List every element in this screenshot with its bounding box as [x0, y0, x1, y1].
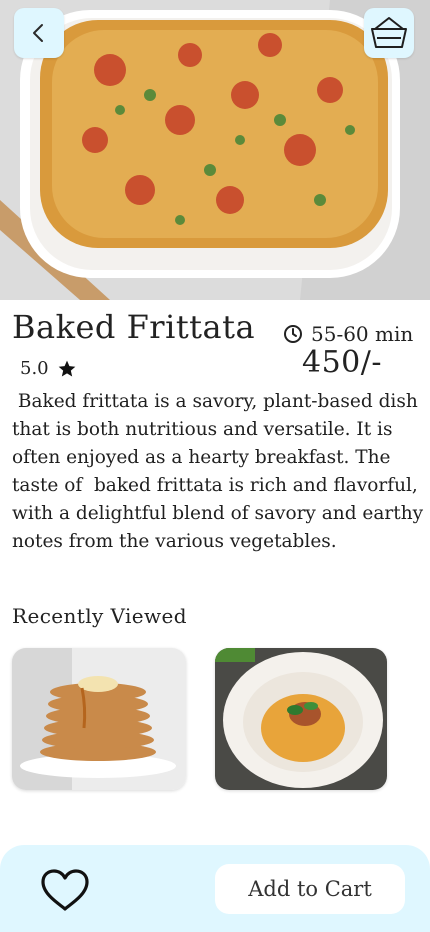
- basket-button[interactable]: [364, 8, 414, 58]
- bottom-action-bar: Add to Cart: [0, 845, 430, 932]
- cook-time-text: 55-60 min: [311, 322, 414, 346]
- product-description: Baked frittata is a savory, plant-based …: [12, 391, 429, 552]
- favorite-button[interactable]: [38, 866, 92, 914]
- add-to-cart-button[interactable]: Add to Cart: [215, 864, 405, 914]
- spaghetti-bowl-photo: [215, 648, 387, 790]
- price: 450/-: [302, 345, 383, 380]
- recent-item-spaghetti[interactable]: [215, 648, 387, 790]
- pancake-stack-photo: [12, 648, 186, 790]
- cook-time: 55-60 min: [283, 322, 413, 346]
- rating-value: 5.0: [20, 358, 49, 379]
- rating: 5.0: [20, 358, 77, 379]
- back-button[interactable]: [14, 8, 64, 58]
- star-icon: [58, 360, 75, 376]
- chevron-left-icon: [33, 24, 43, 42]
- clock-icon: [284, 325, 302, 343]
- recent-item-pancakes[interactable]: [12, 648, 186, 790]
- heart-icon: [41, 869, 89, 911]
- basket-icon: [371, 17, 407, 48]
- recently-viewed-title: Recently Viewed: [12, 604, 187, 628]
- product-title: Baked Frittata: [12, 308, 256, 346]
